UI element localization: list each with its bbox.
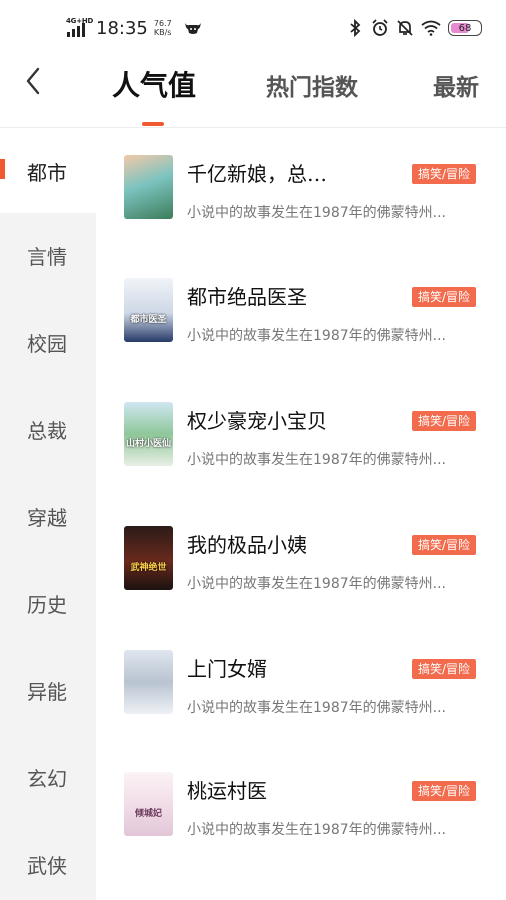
book-title: 权少豪宠小宝贝 xyxy=(187,409,327,433)
genre-badge: 搞笑/冒险 xyxy=(412,535,477,555)
network-speed: 76.7 KB/s xyxy=(154,19,178,37)
status-bar: 4G+HD 18:35 76.7 KB/s 68 xyxy=(0,0,506,56)
book-item[interactable]: 上门女婿 搞笑/冒险 小说中的故事发生在1987年的佛蒙特州... xyxy=(96,650,506,760)
book-description: 小说中的故事发生在1987年的佛蒙特州... xyxy=(187,328,446,344)
bull-icon xyxy=(184,23,201,34)
tab-popularity[interactable]: 人气值 xyxy=(112,64,196,104)
genre-badge: 搞笑/冒险 xyxy=(412,164,477,184)
book-cover xyxy=(124,650,173,714)
category-sidebar: 都市 言情 校园 总裁 穿越 历史 异能 玄幻 武侠 xyxy=(0,129,96,900)
genre-badge: 搞笑/冒险 xyxy=(412,411,477,431)
book-title: 千亿新娘，总… xyxy=(187,162,327,186)
mute-bell-icon xyxy=(397,20,413,36)
book-item[interactable]: 千亿新娘，总… 搞笑/冒险 小说中的故事发生在1987年的佛蒙特州... xyxy=(96,155,506,265)
cover-title: 都市医圣 xyxy=(130,315,167,325)
top-nav: 人气值 热门指数 最新 xyxy=(0,56,506,128)
battery-level: 68 xyxy=(458,22,472,34)
tab-hot-index[interactable]: 热门指数 xyxy=(266,68,358,102)
chevron-left-icon[interactable] xyxy=(22,66,46,96)
book-description: 小说中的故事发生在1987年的佛蒙特州... xyxy=(187,576,446,592)
wifi-icon xyxy=(421,20,441,36)
clock: 18:35 xyxy=(96,17,148,39)
battery-icon: 68 xyxy=(448,20,482,36)
signal-icon: 4G+HD xyxy=(66,17,93,37)
genre-badge: 搞笑/冒险 xyxy=(412,287,477,307)
category-wuxia[interactable]: 武侠 xyxy=(0,822,96,900)
book-description: 小说中的故事发生在1987年的佛蒙特州... xyxy=(187,700,446,716)
book-title: 桃运村医 xyxy=(187,779,267,803)
category-yanqing[interactable]: 言情 xyxy=(0,213,96,297)
category-zongcai[interactable]: 总裁 xyxy=(0,387,96,471)
book-title: 上门女婿 xyxy=(187,657,267,681)
book-item[interactable]: 武神绝世 我的极品小姨 搞笑/冒险 小说中的故事发生在1987年的佛蒙特州... xyxy=(96,526,506,636)
book-description: 小说中的故事发生在1987年的佛蒙特州... xyxy=(187,452,446,468)
book-cover: 山村小医仙 xyxy=(124,402,173,466)
book-cover: 倾城妃 xyxy=(124,772,173,836)
book-item[interactable]: 倾城妃 桃运村医 搞笑/冒险 小说中的故事发生在1987年的佛蒙特州... xyxy=(96,772,506,882)
category-chuanyue[interactable]: 穿越 xyxy=(0,474,96,558)
category-xiaoyuan[interactable]: 校园 xyxy=(0,300,96,384)
tab-latest[interactable]: 最新 xyxy=(433,68,479,102)
book-item[interactable]: 山村小医仙 权少豪宠小宝贝 搞笑/冒险 小说中的故事发生在1987年的佛蒙特州.… xyxy=(96,402,506,512)
book-cover: 都市医圣 xyxy=(124,278,173,342)
alarm-icon xyxy=(372,19,388,36)
category-xuanhuan[interactable]: 玄幻 xyxy=(0,735,96,819)
genre-badge: 搞笑/冒险 xyxy=(412,781,477,801)
book-item[interactable]: 都市医圣 都市绝品医圣 搞笑/冒险 小说中的故事发生在1987年的佛蒙特州... xyxy=(96,278,506,388)
book-title: 都市绝品医圣 xyxy=(187,285,307,309)
category-lishi[interactable]: 历史 xyxy=(0,561,96,645)
category-yineng[interactable]: 异能 xyxy=(0,648,96,732)
speed-value: 76.7 xyxy=(153,19,172,28)
genre-badge: 搞笑/冒险 xyxy=(412,659,477,679)
cover-title: 山村小医仙 xyxy=(125,439,171,449)
status-right: 68 xyxy=(346,16,482,40)
cover-title: 倾城妃 xyxy=(134,809,162,819)
book-cover xyxy=(124,155,173,219)
status-left: 4G+HD 18:35 76.7 KB/s xyxy=(66,14,202,42)
bluetooth-icon xyxy=(350,19,361,37)
book-description: 小说中的故事发生在1987年的佛蒙特州... xyxy=(187,822,446,838)
cover-title: 武神绝世 xyxy=(130,563,167,573)
category-dushi[interactable]: 都市 xyxy=(0,129,96,213)
book-title: 我的极品小姨 xyxy=(187,533,307,557)
book-description: 小说中的故事发生在1987年的佛蒙特州... xyxy=(187,205,446,221)
speed-unit: KB/s xyxy=(153,28,172,37)
book-cover: 武神绝世 xyxy=(124,526,173,590)
active-tab-indicator xyxy=(142,122,164,126)
